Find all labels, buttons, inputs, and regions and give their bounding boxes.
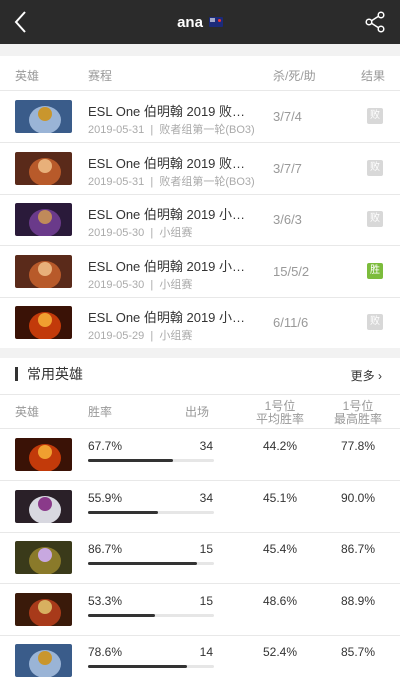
- hero-portrait: [15, 203, 72, 236]
- best-winrate: 85.7%: [340, 645, 376, 660]
- games-count: 15: [199, 542, 213, 557]
- winrate-bar-fill: [88, 510, 159, 514]
- match-meta: 2019-05-31 | 败者组第一轮(BO3): [88, 124, 255, 136]
- winrate-bar-fill: [88, 459, 174, 462]
- kda: 3/6/3: [273, 212, 302, 227]
- top-bar: ana: [0, 0, 400, 44]
- avg-winrate: 52.4%: [262, 645, 298, 660]
- match-meta: 2019-05-30 | 小组赛: [88, 227, 193, 239]
- winrate-bar: [88, 665, 214, 669]
- match-row[interactable]: ESL One 伯明翰 2019 小组赛 2019-05-30 | 小组赛 3/…: [0, 194, 400, 246]
- result-badge: 败: [367, 159, 383, 176]
- kda: 3/7/4: [273, 109, 302, 124]
- best-winrate: 86.7%: [340, 542, 376, 557]
- winrate-bar: [88, 459, 214, 462]
- juggernaut-portrait: [15, 592, 72, 626]
- match-meta: 2019-05-31 | 败者组第一轮(BO3): [88, 175, 255, 188]
- hero-portrait: [15, 254, 72, 288]
- section-title: 常用英雄: [15, 367, 83, 381]
- ember-spirit-portrait: [15, 306, 72, 339]
- result-badge: 胜: [367, 262, 383, 279]
- winrate-bar-fill: [88, 562, 198, 566]
- match-row[interactable]: ESL One 伯明翰 2019 小组赛 2019-05-30 | 小组赛 15…: [0, 246, 400, 298]
- hero-row[interactable]: 78.6% 14 52.4% 85.7%: [0, 635, 400, 687]
- result-badge: 败: [367, 211, 383, 227]
- anti-mage-portrait: [15, 203, 72, 236]
- col-winrate: 胜率: [88, 405, 113, 419]
- avg-winrate: 45.4%: [262, 542, 298, 557]
- winrate-bar-fill: [88, 665, 188, 669]
- hero-row[interactable]: 53.3% 15 48.6% 88.9%: [0, 584, 400, 636]
- ogre-magi-portrait: [15, 100, 72, 133]
- match-row[interactable]: ESL One 伯明翰 2019 败者组第一轮(BO3) 2019-05-31 …: [0, 143, 400, 195]
- ember-spirit-portrait: [15, 438, 72, 471]
- kda: 6/11/6: [273, 315, 309, 330]
- match-row[interactable]: ESL One 伯明翰 2019 败者组第一轮(BO3) 2019-05-31 …: [0, 91, 400, 143]
- match-name: ESL One 伯明翰 2019 小组赛: [88, 258, 258, 274]
- recent-matches: 英雄 赛程 杀/死/助 结果 ESL One 伯明翰 2019 败者组第一轮(B…: [0, 56, 400, 348]
- winrate: 53.3%: [88, 593, 123, 608]
- games-count: 34: [199, 490, 213, 505]
- winrate: 67.7%: [88, 439, 123, 453]
- winrate-bar: [88, 613, 214, 617]
- share-icon[interactable]: [364, 11, 386, 33]
- result-badge: 败: [367, 314, 383, 330]
- hero-portrait: [15, 644, 72, 678]
- axe-portrait: [15, 254, 72, 288]
- match-meta: 2019-05-30 | 小组赛: [88, 278, 193, 291]
- winrate-bar-fill: [88, 613, 156, 617]
- axe-portrait: [15, 151, 72, 185]
- hero-portrait: [15, 438, 72, 471]
- hero-row[interactable]: 67.7% 34 44.2% 77.8%: [0, 429, 400, 481]
- winrate: 78.6%: [88, 645, 123, 660]
- hero-portrait: [15, 306, 72, 339]
- more-link[interactable]: 更多 ›: [351, 367, 382, 384]
- winrate: 55.9%: [88, 490, 123, 505]
- col-avg: 1号位 平均胜率: [255, 399, 304, 426]
- kda: 3/7/7: [273, 160, 302, 176]
- match-name: ESL One 伯明翰 2019 小组赛: [88, 310, 258, 325]
- matches-header: 英雄 赛程 杀/死/助 结果: [15, 69, 386, 83]
- hero-row[interactable]: 55.9% 34 45.1% 90.0%: [0, 481, 400, 533]
- best-winrate: 77.8%: [340, 439, 376, 453]
- australia-flag-icon: [208, 17, 223, 27]
- col-games: 出场: [185, 405, 210, 419]
- match-meta: 2019-05-29 | 小组赛: [88, 330, 193, 342]
- match-row[interactable]: ESL One 伯明翰 2019 小组赛 2019-05-29 | 小组赛 6/…: [0, 297, 400, 349]
- avg-winrate: 48.6%: [262, 593, 298, 608]
- hero-portrait: [15, 541, 72, 575]
- match-name: ESL One 伯明翰 2019 败者组第一轮(BO3): [88, 155, 258, 171]
- common-heroes: 常用英雄 更多 › 英雄 胜率 出场 1号位 平均胜率 1号位 最高胜率 67.7%…: [0, 358, 400, 691]
- games-count: 15: [199, 593, 213, 608]
- hero-portrait: [15, 592, 72, 626]
- kda: 15/5/2: [273, 263, 310, 279]
- hero-portrait: [15, 489, 72, 523]
- hero-portrait: [15, 100, 72, 133]
- games-count: 34: [199, 439, 213, 453]
- match-name: ESL One 伯明翰 2019 小组赛: [88, 207, 258, 222]
- avg-winrate: 44.2%: [262, 439, 298, 453]
- chevron-right-icon: ›: [374, 369, 382, 383]
- winrate: 86.7%: [88, 542, 123, 557]
- col-hero: 英雄: [15, 405, 40, 419]
- ogre-magi-portrait: [15, 644, 72, 678]
- winrate-bar: [88, 510, 214, 514]
- winrate-bar: [88, 562, 214, 566]
- page-title: ana: [177, 13, 203, 31]
- match-name: ESL One 伯明翰 2019 败者组第一轮(BO3): [88, 104, 258, 119]
- hero-row[interactable]: 86.7% 15 45.4% 86.7%: [0, 532, 400, 584]
- faceless-void-portrait: [15, 541, 72, 575]
- invoker-portrait: [15, 489, 72, 523]
- hero-portrait: [15, 151, 72, 185]
- avg-winrate: 45.1%: [262, 490, 298, 505]
- best-winrate: 88.9%: [340, 593, 376, 608]
- col-best: 1号位 最高胜率: [333, 399, 382, 426]
- games-count: 14: [199, 645, 213, 660]
- best-winrate: 90.0%: [340, 490, 376, 505]
- result-badge: 败: [367, 108, 383, 124]
